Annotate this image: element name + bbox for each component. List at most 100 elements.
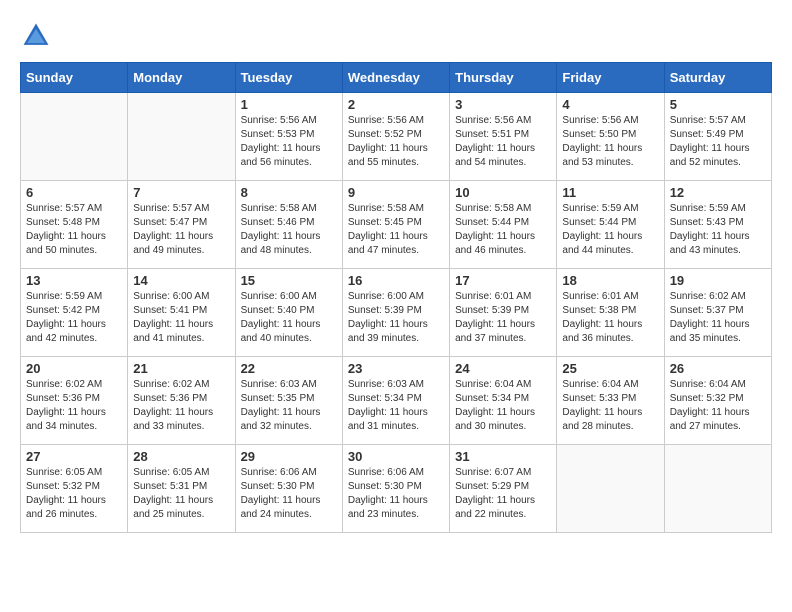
header-tuesday: Tuesday <box>235 63 342 93</box>
day-info: Sunrise: 6:00 AMSunset: 5:40 PMDaylight:… <box>241 290 337 346</box>
page-header <box>20 20 772 52</box>
calendar-cell: 27Sunrise: 6:05 AMSunset: 5:32 PMDayligh… <box>21 445 128 533</box>
day-number: 25 <box>562 361 658 376</box>
calendar-cell: 8 Sunrise: 5:58 AMSunset: 5:46 PMDaylight… <box>235 181 342 269</box>
calendar-cell: 18Sunrise: 6:01 AMSunset: 5:38 PMDayligh… <box>557 269 664 357</box>
day-number: 11 <box>562 185 658 200</box>
day-number: 29 <box>241 449 337 464</box>
day-info: Sunrise: 6:01 AMSunset: 5:38 PMDaylight:… <box>562 290 658 346</box>
day-number: 8 <box>241 185 337 200</box>
day-number: 31 <box>455 449 551 464</box>
calendar-header-row: SundayMondayTuesdayWednesdayThursdayFrid… <box>21 63 772 93</box>
calendar-cell: 14 Sunrise: 6:00 AMSunset: 5:41 PMDayligh… <box>128 269 235 357</box>
day-number: 24 <box>455 361 551 376</box>
day-info: Sunrise: 6:03 AMSunset: 5:34 PMDaylight:… <box>348 378 444 434</box>
day-info: Sunrise: 5:56 AMSunset: 5:53 PMDaylight:… <box>241 114 337 170</box>
calendar-cell: 13 Sunrise: 5:59 AMSunset: 5:42 PMDayligh… <box>21 269 128 357</box>
calendar-table: SundayMondayTuesdayWednesdayThursdayFrid… <box>20 62 772 533</box>
day-info: Sunrise: 5:56 AMSunset: 5:51 PMDaylight:… <box>455 114 551 170</box>
calendar-cell: 19 Sunrise: 6:02 AMSunset: 5:37 PMDayligh… <box>664 269 771 357</box>
day-number: 19 <box>670 273 766 288</box>
calendar-week-1: 1Sunrise: 5:56 AMSunset: 5:53 PMDaylight… <box>21 93 772 181</box>
day-number: 14 <box>133 273 229 288</box>
day-info: Sunrise: 5:57 AMSunset: 5:49 PMDaylight:… <box>670 114 766 170</box>
calendar-cell: 30 Sunrise: 6:06 AMSunset: 5:30 PMDayligh… <box>342 445 449 533</box>
header-thursday: Thursday <box>450 63 557 93</box>
day-number: 3 <box>455 97 551 112</box>
day-number: 22 <box>241 361 337 376</box>
day-info: Sunrise: 5:59 AMSunset: 5:43 PMDaylight:… <box>670 202 766 258</box>
day-number: 6 <box>26 185 122 200</box>
day-info: Sunrise: 6:02 AMSunset: 5:36 PMDaylight:… <box>26 378 122 434</box>
calendar-cell: 24 Sunrise: 6:04 AMSunset: 5:34 PMDayligh… <box>450 357 557 445</box>
day-info: Sunrise: 5:59 AMSunset: 5:42 PMDaylight:… <box>26 290 122 346</box>
day-info: Sunrise: 6:04 AMSunset: 5:33 PMDaylight:… <box>562 378 658 434</box>
calendar-cell <box>21 93 128 181</box>
day-number: 23 <box>348 361 444 376</box>
calendar-cell: 2Sunrise: 5:56 AMSunset: 5:52 PMDaylight… <box>342 93 449 181</box>
header-friday: Friday <box>557 63 664 93</box>
day-number: 20 <box>26 361 122 376</box>
header-wednesday: Wednesday <box>342 63 449 93</box>
day-number: 4 <box>562 97 658 112</box>
calendar-cell: 3 Sunrise: 5:56 AMSunset: 5:51 PMDaylight… <box>450 93 557 181</box>
calendar-cell: 12Sunrise: 5:59 AMSunset: 5:43 PMDayligh… <box>664 181 771 269</box>
day-info: Sunrise: 5:56 AMSunset: 5:50 PMDaylight:… <box>562 114 658 170</box>
calendar-cell: 15Sunrise: 6:00 AMSunset: 5:40 PMDayligh… <box>235 269 342 357</box>
day-info: Sunrise: 6:02 AMSunset: 5:37 PMDaylight:… <box>670 290 766 346</box>
header-sunday: Sunday <box>21 63 128 93</box>
calendar-cell: 5Sunrise: 5:57 AMSunset: 5:49 PMDaylight… <box>664 93 771 181</box>
calendar-cell <box>557 445 664 533</box>
day-info: Sunrise: 6:06 AMSunset: 5:30 PMDaylight:… <box>348 466 444 522</box>
day-info: Sunrise: 6:02 AMSunset: 5:36 PMDaylight:… <box>133 378 229 434</box>
calendar-cell: 25 Sunrise: 6:04 AMSunset: 5:33 PMDayligh… <box>557 357 664 445</box>
day-info: Sunrise: 6:04 AMSunset: 5:34 PMDaylight:… <box>455 378 551 434</box>
day-number: 10 <box>455 185 551 200</box>
day-info: Sunrise: 5:57 AMSunset: 5:47 PMDaylight:… <box>133 202 229 258</box>
calendar-cell: 31 Sunrise: 6:07 AMSunset: 5:29 PMDayligh… <box>450 445 557 533</box>
day-number: 16 <box>348 273 444 288</box>
calendar-cell: 10 Sunrise: 5:58 AMSunset: 5:44 PMDayligh… <box>450 181 557 269</box>
calendar-cell: 16Sunrise: 6:00 AMSunset: 5:39 PMDayligh… <box>342 269 449 357</box>
calendar-cell: 22Sunrise: 6:03 AMSunset: 5:35 PMDayligh… <box>235 357 342 445</box>
day-number: 9 <box>348 185 444 200</box>
calendar-cell: 17 Sunrise: 6:01 AMSunset: 5:39 PMDayligh… <box>450 269 557 357</box>
calendar-cell: 4 Sunrise: 5:56 AMSunset: 5:50 PMDaylight… <box>557 93 664 181</box>
header-monday: Monday <box>128 63 235 93</box>
day-info: Sunrise: 6:04 AMSunset: 5:32 PMDaylight:… <box>670 378 766 434</box>
day-info: Sunrise: 6:01 AMSunset: 5:39 PMDaylight:… <box>455 290 551 346</box>
calendar-cell: 21 Sunrise: 6:02 AMSunset: 5:36 PMDayligh… <box>128 357 235 445</box>
logo <box>20 20 56 52</box>
calendar-cell: 26Sunrise: 6:04 AMSunset: 5:32 PMDayligh… <box>664 357 771 445</box>
calendar-cell: 20 Sunrise: 6:02 AMSunset: 5:36 PMDayligh… <box>21 357 128 445</box>
calendar-week-4: 20 Sunrise: 6:02 AMSunset: 5:36 PMDayligh… <box>21 357 772 445</box>
calendar-cell: 28Sunrise: 6:05 AMSunset: 5:31 PMDayligh… <box>128 445 235 533</box>
day-number: 17 <box>455 273 551 288</box>
calendar-cell: 23 Sunrise: 6:03 AMSunset: 5:34 PMDayligh… <box>342 357 449 445</box>
calendar-cell: 7 Sunrise: 5:57 AMSunset: 5:47 PMDaylight… <box>128 181 235 269</box>
day-info: Sunrise: 6:05 AMSunset: 5:31 PMDaylight:… <box>133 466 229 522</box>
day-info: Sunrise: 5:58 AMSunset: 5:46 PMDaylight:… <box>241 202 337 258</box>
header-saturday: Saturday <box>664 63 771 93</box>
day-info: Sunrise: 5:57 AMSunset: 5:48 PMDaylight:… <box>26 202 122 258</box>
day-number: 7 <box>133 185 229 200</box>
day-number: 30 <box>348 449 444 464</box>
calendar-cell: 1Sunrise: 5:56 AMSunset: 5:53 PMDaylight… <box>235 93 342 181</box>
day-number: 21 <box>133 361 229 376</box>
day-info: Sunrise: 6:07 AMSunset: 5:29 PMDaylight:… <box>455 466 551 522</box>
calendar-cell: 11 Sunrise: 5:59 AMSunset: 5:44 PMDayligh… <box>557 181 664 269</box>
calendar-week-2: 6 Sunrise: 5:57 AMSunset: 5:48 PMDaylight… <box>21 181 772 269</box>
day-info: Sunrise: 6:00 AMSunset: 5:41 PMDaylight:… <box>133 290 229 346</box>
calendar-cell: 9 Sunrise: 5:58 AMSunset: 5:45 PMDaylight… <box>342 181 449 269</box>
day-info: Sunrise: 5:58 AMSunset: 5:44 PMDaylight:… <box>455 202 551 258</box>
day-info: Sunrise: 6:06 AMSunset: 5:30 PMDaylight:… <box>241 466 337 522</box>
calendar-cell: 29 Sunrise: 6:06 AMSunset: 5:30 PMDayligh… <box>235 445 342 533</box>
day-info: Sunrise: 5:59 AMSunset: 5:44 PMDaylight:… <box>562 202 658 258</box>
day-number: 13 <box>26 273 122 288</box>
day-info: Sunrise: 5:56 AMSunset: 5:52 PMDaylight:… <box>348 114 444 170</box>
calendar-week-5: 27Sunrise: 6:05 AMSunset: 5:32 PMDayligh… <box>21 445 772 533</box>
calendar-week-3: 13 Sunrise: 5:59 AMSunset: 5:42 PMDayligh… <box>21 269 772 357</box>
logo-icon <box>20 20 52 52</box>
day-info: Sunrise: 5:58 AMSunset: 5:45 PMDaylight:… <box>348 202 444 258</box>
day-info: Sunrise: 6:05 AMSunset: 5:32 PMDaylight:… <box>26 466 122 522</box>
